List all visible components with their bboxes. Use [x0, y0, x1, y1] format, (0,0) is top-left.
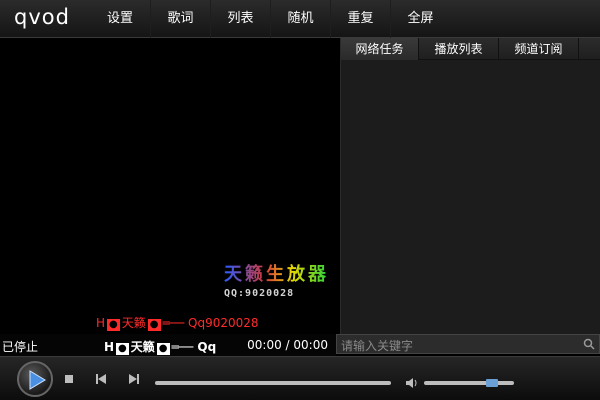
tab-playlist[interactable]: 播放列表: [419, 38, 499, 60]
watermark-logo: 天籁生放器 QQ:9020028: [224, 260, 328, 299]
scrolling-caption: H ● 天籁 ● ═── Qq9020028: [96, 314, 259, 331]
play-icon: [29, 370, 46, 390]
caption-name: 天籁: [121, 316, 146, 330]
scroll-tail: ═── Qq9020028: [171, 340, 216, 354]
main-menu: 设置 歌词 列表 随机 重复 全屏: [90, 0, 450, 38]
scroll-box-1: ●: [116, 343, 129, 355]
caption-tail: ═── Qq9020028: [162, 316, 259, 330]
menu-lyrics[interactable]: 歌词: [150, 0, 210, 38]
side-panel: 网络任务 播放列表 频道订阅: [340, 38, 600, 334]
watermark-title: 天籁生放器: [224, 260, 328, 286]
search-box: [336, 334, 600, 355]
play-button[interactable]: [17, 361, 53, 397]
tab-network-tasks[interactable]: 网络任务: [341, 38, 419, 60]
video-area[interactable]: 天籁生放器 QQ:9020028: [0, 38, 340, 301]
scroll-name: 天籁: [130, 340, 155, 354]
search-icon[interactable]: [583, 338, 595, 350]
menu-shuffle[interactable]: 随机: [270, 0, 330, 38]
next-button[interactable]: [126, 371, 142, 387]
watermark-subtitle: QQ:9020028: [224, 288, 295, 299]
scroll-box-2: ●: [156, 343, 170, 355]
playback-status: 已停止: [2, 340, 39, 354]
volume-icon[interactable]: [405, 377, 419, 389]
scroll-prefix: H: [104, 340, 115, 354]
caption-box-1: ●: [107, 319, 120, 331]
menu-bar: qvod 设置 歌词 列表 随机 重复 全屏: [0, 0, 600, 38]
app-logo: qvod: [14, 5, 70, 29]
menu-fullscreen[interactable]: 全屏: [390, 0, 450, 38]
search-input[interactable]: [337, 337, 577, 355]
caption-prefix: H: [96, 316, 106, 330]
control-bar: [0, 356, 600, 400]
caption-box-2: ●: [147, 319, 161, 331]
seek-bar[interactable]: [155, 381, 391, 385]
status-bar: 已停止 H●天籁●═── Qq9020028 00:00 / 00:00: [0, 334, 336, 356]
volume-thumb[interactable]: [486, 379, 498, 387]
volume-slider[interactable]: [424, 381, 514, 385]
panel-tabs: 网络任务 播放列表 频道订阅: [341, 38, 600, 60]
menu-repeat[interactable]: 重复: [330, 0, 390, 38]
stop-button[interactable]: [62, 371, 78, 387]
previous-button[interactable]: [94, 371, 110, 387]
menu-settings[interactable]: 设置: [90, 0, 150, 38]
status-scroll-text: H●天籁●═── Qq9020028: [104, 338, 216, 355]
menu-list[interactable]: 列表: [210, 0, 270, 38]
playback-time: 00:00 / 00:00: [247, 338, 328, 352]
tab-channel-subscription[interactable]: 频道订阅: [499, 38, 579, 60]
